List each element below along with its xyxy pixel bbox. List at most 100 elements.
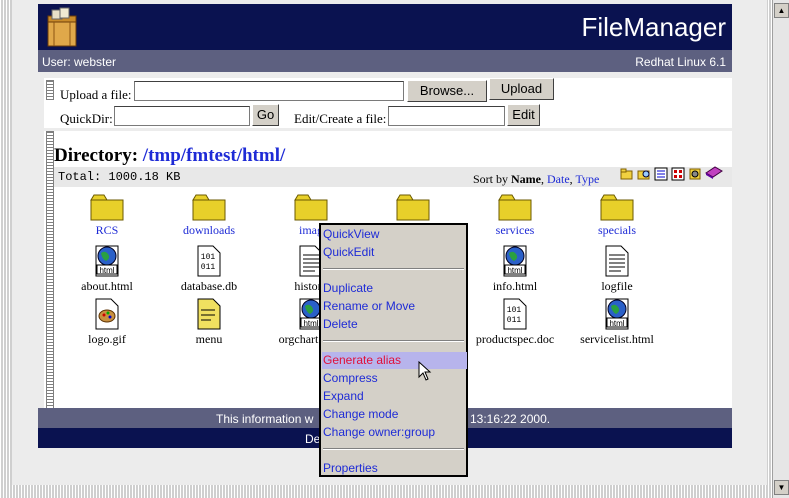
app-title: FileManager bbox=[581, 12, 726, 42]
svg-text:011: 011 bbox=[201, 263, 216, 272]
context-menu: QuickView QuickEdit Duplicate Rename or … bbox=[319, 223, 468, 477]
folder-icon[interactable] bbox=[600, 193, 634, 225]
folder-icon[interactable] bbox=[294, 193, 328, 225]
folder-icon[interactable] bbox=[192, 193, 226, 225]
folder-item[interactable]: services bbox=[465, 193, 565, 245]
upload-file-input[interactable] bbox=[134, 81, 404, 101]
edit-create-label: Edit/Create a file: bbox=[294, 111, 387, 126]
item-label[interactable]: about.html bbox=[57, 279, 157, 294]
app-header: FileManager bbox=[38, 4, 732, 50]
menu-item-generate-alias[interactable]: Generate alias bbox=[322, 352, 467, 369]
menu-item-change-mode[interactable]: Change mode bbox=[322, 406, 467, 423]
folder-item[interactable]: downloads bbox=[159, 193, 259, 245]
upload-label: Upload a file: bbox=[60, 87, 132, 102]
svg-text:html: html bbox=[609, 319, 624, 328]
menu-item-expand[interactable]: Expand bbox=[322, 388, 467, 405]
item-label[interactable]: RCS bbox=[57, 223, 157, 238]
file-folder-logo-icon bbox=[47, 7, 77, 47]
menu-separator bbox=[323, 268, 464, 270]
folder-item[interactable]: RCS bbox=[57, 193, 157, 245]
mouse-pointer-icon bbox=[418, 361, 432, 381]
script-file-icon[interactable] bbox=[197, 298, 221, 334]
item-label[interactable]: specials bbox=[567, 223, 667, 238]
sort-controls: Sort by Name, Date, Type bbox=[473, 172, 600, 186]
file-item[interactable]: menu bbox=[159, 298, 259, 350]
svg-text:101: 101 bbox=[201, 253, 216, 262]
file-item[interactable]: html info.html bbox=[465, 245, 565, 297]
folder-icon[interactable] bbox=[396, 193, 430, 225]
menu-item-delete[interactable]: Delete bbox=[322, 316, 467, 333]
sort-by-date[interactable]: Date bbox=[547, 172, 570, 186]
html-file-icon[interactable]: html bbox=[503, 245, 527, 281]
file-item[interactable]: 101 011 productspec.doc bbox=[465, 298, 565, 350]
binary-file-icon[interactable]: 101 011 bbox=[197, 245, 221, 281]
file-item[interactable]: html servicelist.html bbox=[567, 298, 667, 350]
list-view-icon[interactable] bbox=[654, 167, 668, 181]
help-book-icon[interactable] bbox=[705, 165, 723, 179]
menu-item-change-owner[interactable]: Change owner:group bbox=[322, 424, 467, 441]
file-item[interactable]: logo.gif bbox=[57, 298, 157, 350]
scroll-up-arrow-icon[interactable]: ▲ bbox=[774, 3, 789, 18]
edit-button[interactable]: Edit bbox=[507, 104, 540, 126]
menu-item-quickedit[interactable]: QuickEdit bbox=[322, 244, 467, 261]
menu-item-properties[interactable]: Properties bbox=[322, 460, 467, 477]
menu-separator bbox=[323, 448, 464, 450]
panel-drag-handle[interactable] bbox=[46, 80, 54, 100]
text-file-icon[interactable] bbox=[605, 245, 629, 281]
sort-prefix: Sort by bbox=[473, 172, 509, 186]
go-button[interactable]: Go bbox=[252, 104, 279, 126]
binary-file-icon[interactable]: 101 011 bbox=[503, 298, 527, 334]
tools-icon[interactable] bbox=[688, 167, 702, 181]
folder-icon[interactable] bbox=[498, 193, 532, 225]
icon-view-icon[interactable] bbox=[671, 167, 685, 181]
find-icon[interactable] bbox=[637, 167, 651, 181]
scroll-down-arrow-icon[interactable]: ▼ bbox=[774, 480, 789, 495]
user-bar: User: webster Redhat Linux 6.1 bbox=[38, 50, 732, 72]
browse-button[interactable]: Browse... bbox=[407, 80, 487, 102]
edit-file-input[interactable] bbox=[388, 106, 505, 126]
item-label[interactable]: servicelist.html bbox=[567, 332, 667, 347]
item-label[interactable]: productspec.doc bbox=[465, 332, 565, 347]
svg-text:101: 101 bbox=[507, 306, 522, 315]
html-file-icon[interactable]: html bbox=[95, 245, 119, 281]
svg-text:html: html bbox=[99, 266, 114, 275]
html-file-icon[interactable]: html bbox=[605, 298, 629, 334]
item-label[interactable]: logfile bbox=[567, 279, 667, 294]
os-label: Redhat Linux 6.1 bbox=[635, 55, 726, 69]
file-item[interactable]: logfile bbox=[567, 245, 667, 297]
upload-button[interactable]: Upload bbox=[489, 78, 554, 100]
quickdir-label: QuickDir: bbox=[60, 111, 113, 126]
item-label[interactable]: downloads bbox=[159, 223, 259, 238]
svg-text:html: html bbox=[303, 319, 318, 328]
menu-item-duplicate[interactable]: Duplicate bbox=[322, 280, 467, 297]
directory-path-link[interactable]: /tmp/fmtest/html/ bbox=[143, 145, 285, 166]
total-size: Total: 1000.18 KB bbox=[58, 170, 181, 184]
svg-text:html: html bbox=[507, 266, 522, 275]
footer-info-left: This information w bbox=[216, 412, 314, 426]
directory-label: Directory: bbox=[54, 145, 139, 166]
footer-info-right: 13:16:22 2000. bbox=[470, 412, 551, 426]
new-folder-icon[interactable] bbox=[620, 167, 634, 181]
file-item[interactable]: html about.html bbox=[57, 245, 157, 297]
sort-by-type[interactable]: Type bbox=[575, 172, 599, 186]
menu-item-rename-move[interactable]: Rename or Move bbox=[322, 298, 467, 315]
folder-icon[interactable] bbox=[90, 193, 124, 225]
directory-heading: Directory: /tmp/fmtest/html/ bbox=[54, 145, 285, 167]
quickdir-input[interactable] bbox=[114, 106, 250, 126]
folder-item[interactable]: specials bbox=[567, 193, 667, 245]
panel-drag-handle-2[interactable] bbox=[46, 131, 54, 410]
item-label[interactable]: menu bbox=[159, 332, 259, 347]
user-label: User: webster bbox=[42, 55, 117, 69]
item-label[interactable]: info.html bbox=[465, 279, 565, 294]
item-label[interactable]: database.db bbox=[159, 279, 259, 294]
item-label[interactable]: logo.gif bbox=[57, 332, 157, 347]
vertical-scrollbar[interactable]: ▲ ▼ bbox=[772, 0, 789, 498]
menu-item-compress[interactable]: Compress bbox=[322, 370, 467, 387]
svg-text:011: 011 bbox=[507, 316, 522, 325]
file-item[interactable]: 101 011 database.db bbox=[159, 245, 259, 297]
menu-item-quickview[interactable]: QuickView bbox=[322, 226, 467, 243]
item-label[interactable]: services bbox=[465, 223, 565, 238]
image-file-icon[interactable] bbox=[95, 298, 119, 334]
menu-separator bbox=[323, 340, 464, 342]
sort-by-name[interactable]: Name bbox=[511, 172, 541, 186]
